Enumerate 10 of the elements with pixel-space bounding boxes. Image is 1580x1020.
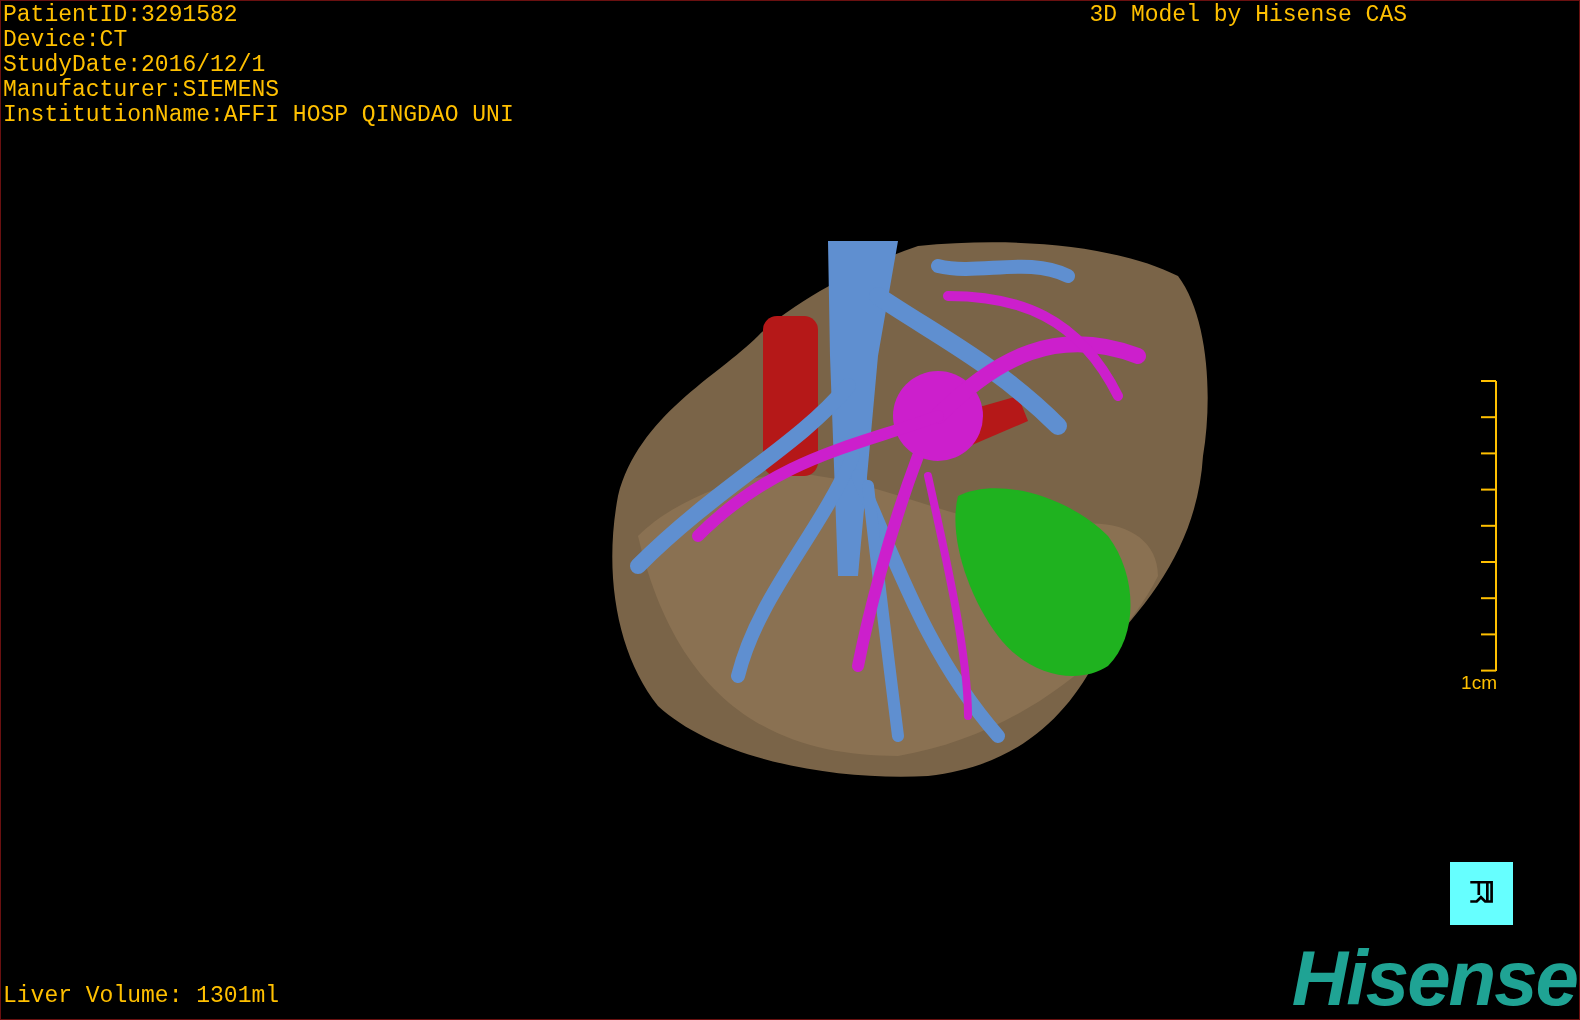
info-line: InstitutionName:AFFI HOSP QINGDAO UNI bbox=[3, 103, 514, 128]
info-line: PatientID:3291582 bbox=[3, 3, 239, 28]
view-title: 3D Model by Hisense CAS bbox=[1089, 3, 1407, 30]
liver-volume: Liver Volume: 1301ml bbox=[3, 984, 280, 1009]
brand-logo: Hisense bbox=[1291, 947, 1577, 1009]
info-line: Device:CT bbox=[3, 28, 129, 53]
info-line: StudyDate:2016/12/1 bbox=[3, 53, 267, 78]
scale-label: 1cm bbox=[1461, 672, 1497, 694]
orientation-button[interactable] bbox=[1450, 862, 1513, 925]
info-line: Manufacturer:SIEMENS bbox=[3, 78, 281, 103]
